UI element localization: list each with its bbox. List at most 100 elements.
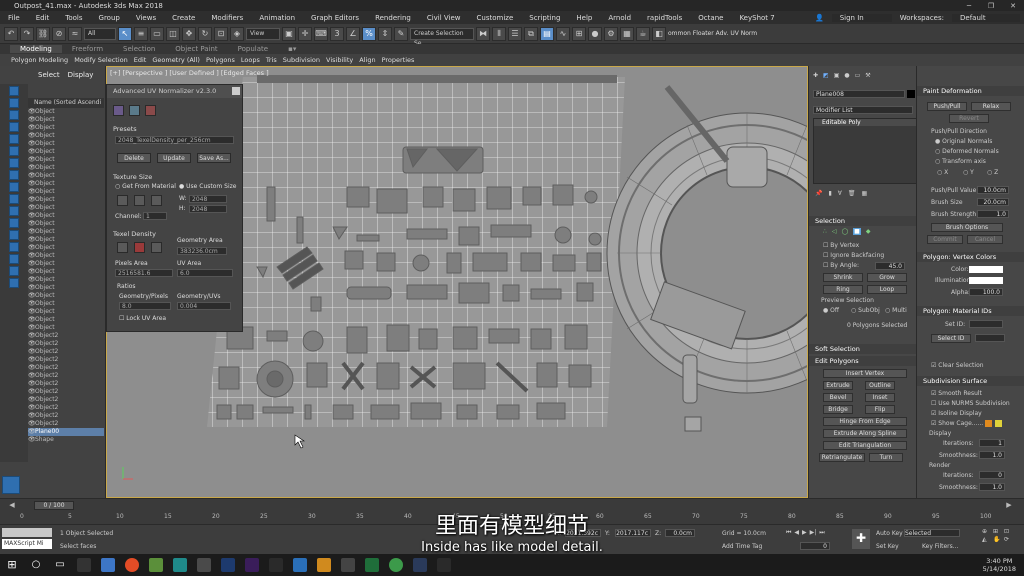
explorer-row[interactable]: 👁 Object — [28, 244, 104, 252]
subdivision-surface-head[interactable]: Subdivision Surface — [917, 376, 1024, 386]
visibility-eye-icon[interactable]: 👁 — [28, 276, 36, 284]
curve-editor-icon[interactable]: ∿ — [556, 26, 570, 41]
visibility-eye-icon[interactable]: 👁 — [28, 260, 36, 268]
visibility-eye-icon[interactable]: 👁 — [28, 196, 36, 204]
create-tab-icon[interactable]: ✚ — [813, 72, 818, 79]
app-icon-3[interactable] — [197, 558, 211, 572]
original-normals-radio[interactable]: ● Original Normals — [935, 138, 992, 145]
loop-button[interactable]: Loop — [867, 285, 907, 294]
explorer-row[interactable]: 👁 Object — [28, 324, 104, 332]
edit-triangulation-button[interactable]: Edit Triangulation — [823, 441, 907, 450]
explorer-row[interactable]: 👁 Object — [28, 212, 104, 220]
visibility-eye-icon[interactable]: 👁 — [28, 188, 36, 196]
update-button[interactable]: Update — [157, 153, 191, 163]
explorer-row[interactable]: 👁 Object — [28, 220, 104, 228]
rendered-frame-icon[interactable]: ▦ — [620, 26, 634, 41]
ribbon-polygon-modeling[interactable]: Polygon Modeling — [8, 56, 71, 64]
preview-multi-radio[interactable]: ○ Multi — [885, 307, 907, 314]
visibility-eye-icon[interactable]: 👁 — [28, 364, 36, 372]
clear-selection-checkbox[interactable]: ☑ Clear Selection — [931, 362, 984, 369]
smooth-result-checkbox[interactable]: ☑ Smooth Result — [931, 390, 982, 397]
visibility-eye-icon[interactable]: 👁 — [28, 212, 36, 220]
spotify-icon[interactable] — [389, 558, 403, 572]
menu-views[interactable]: Views — [128, 14, 164, 22]
menu-group[interactable]: Group — [91, 14, 128, 22]
ribbon-geometry-all[interactable]: Geometry (All) — [149, 56, 203, 64]
app-icon-1[interactable] — [77, 558, 91, 572]
visibility-eye-icon[interactable]: 👁 — [28, 316, 36, 324]
explorer-row[interactable]: 👁 Object — [28, 180, 104, 188]
border-level-icon[interactable]: ◯ — [841, 228, 848, 235]
visibility-eye-icon[interactable]: 👁 — [28, 428, 36, 436]
pin-stack-icon[interactable]: 📌 — [815, 190, 822, 197]
mirror-icon[interactable]: ⧓ — [476, 26, 490, 41]
iterations-spinner[interactable]: 1 — [979, 439, 1005, 447]
object-color-swatch[interactable] — [907, 90, 915, 98]
cage-color-orange[interactable] — [985, 420, 992, 427]
geo-uvs-field[interactable]: 0.004 — [177, 302, 231, 310]
menu-arnold[interactable]: Arnold — [600, 14, 639, 22]
use-custom-size-radio[interactable]: ● Use Custom Size — [179, 183, 236, 190]
explorer-row[interactable]: 👁 Object — [28, 292, 104, 300]
explorer-row[interactable]: 👁 Object2 — [28, 332, 104, 340]
explorer-row[interactable]: 👁 Object — [28, 308, 104, 316]
percent-snap-icon[interactable]: % — [362, 26, 376, 41]
maximize-button[interactable]: ❐ — [980, 2, 1002, 10]
edit-named-sel-icon[interactable]: ✎ — [394, 26, 408, 41]
visibility-eye-icon[interactable]: 👁 — [28, 340, 36, 348]
visibility-eye-icon[interactable]: 👁 — [28, 108, 36, 116]
select-id-spinner[interactable] — [975, 334, 1005, 342]
extrude-along-spline-button[interactable]: Extrude Along Spline — [823, 429, 907, 438]
pixels-area-field[interactable]: 2516581.6 — [115, 269, 173, 277]
element-level-icon[interactable]: ◆ — [866, 228, 871, 235]
menu-rapidtools[interactable]: rapidTools — [639, 14, 690, 22]
find-icon[interactable] — [9, 278, 19, 288]
menu-create[interactable]: Create — [164, 14, 203, 22]
show-cage-checkbox[interactable]: ☑ Show Cage...... — [931, 420, 983, 427]
visibility-eye-icon[interactable]: 👁 — [28, 348, 36, 356]
modifier-list-select[interactable]: Modifier List — [813, 106, 913, 114]
menu-edit[interactable]: Edit — [28, 14, 58, 22]
explorer-row[interactable]: 👁 Object — [28, 276, 104, 284]
hierarchy-tab-icon[interactable]: ▣ — [834, 72, 840, 79]
menu-help[interactable]: Help — [568, 14, 600, 22]
render-icon[interactable]: ☕ — [636, 26, 650, 41]
explorer-row[interactable]: 👁 Object — [28, 188, 104, 196]
explorer-row[interactable]: 👁 Object — [28, 164, 104, 172]
sign-in-button[interactable]: Sign In — [831, 13, 892, 22]
visibility-eye-icon[interactable]: 👁 — [28, 172, 36, 180]
menu-scripting[interactable]: Scripting — [521, 14, 568, 22]
app-icon-9[interactable] — [437, 558, 451, 572]
visibility-eye-icon[interactable]: 👁 — [28, 244, 36, 252]
visibility-eye-icon[interactable]: 👁 — [28, 380, 36, 388]
pivot-icon[interactable]: ▣ — [282, 26, 296, 41]
explorer-row[interactable]: 👁 Object2 — [28, 380, 104, 388]
redo-icon[interactable]: ↷ — [20, 26, 34, 41]
explorer-row[interactable]: 👁 Object — [28, 284, 104, 292]
xrefs-filter-icon[interactable] — [9, 194, 19, 204]
cage-color-yellow[interactable] — [995, 420, 1002, 427]
explorer-row[interactable]: 👁 Object — [28, 124, 104, 132]
select-object-icon[interactable]: ↖ — [118, 26, 132, 41]
window-crossing-icon[interactable]: ◫ — [166, 26, 180, 41]
photoshop-icon[interactable] — [221, 558, 235, 572]
ribbon-polygons[interactable]: Polygons — [203, 56, 238, 64]
geometry-filter-icon[interactable] — [9, 110, 19, 120]
app-icon-4[interactable] — [269, 558, 283, 572]
visibility-eye-icon[interactable]: 👁 — [28, 116, 36, 124]
visibility-eye-icon[interactable]: 👁 — [28, 220, 36, 228]
select-scale-icon[interactable]: ⊡ — [214, 26, 228, 41]
floater-icon[interactable]: ◧ — [652, 26, 666, 41]
frozen-filter-icon[interactable] — [9, 230, 19, 240]
illumination-swatch[interactable] — [969, 277, 1003, 284]
explorer-row[interactable]: 👁 Object — [28, 156, 104, 164]
axis-z-radio[interactable]: ○ Z — [987, 169, 998, 176]
helpers-filter-icon[interactable] — [9, 158, 19, 168]
vertex-colors-head[interactable]: Polygon: Vertex Colors — [917, 252, 1024, 262]
lights-filter-icon[interactable] — [9, 134, 19, 144]
ribbon-edit[interactable]: Edit — [131, 56, 150, 64]
paint-deformation-head[interactable]: Paint Deformation — [917, 86, 1024, 96]
turn-button[interactable]: Turn — [869, 453, 903, 462]
menu-civil-view[interactable]: Civil View — [419, 14, 469, 22]
explorer-row[interactable]: 👁 Object — [28, 204, 104, 212]
